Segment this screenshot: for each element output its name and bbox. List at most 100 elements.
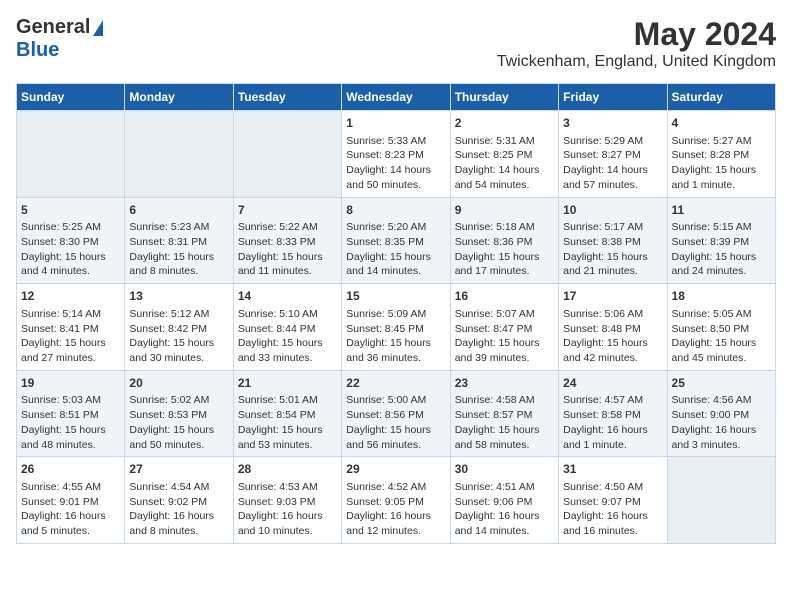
cell-content-line: Sunrise: 5:01 AM <box>238 393 337 408</box>
calendar-cell: 4Sunrise: 5:27 AMSunset: 8:28 PMDaylight… <box>667 111 775 198</box>
cell-content-line: Sunset: 8:56 PM <box>346 408 445 423</box>
calendar-week-row: 12Sunrise: 5:14 AMSunset: 8:41 PMDayligh… <box>17 284 776 371</box>
cell-content-line: Sunrise: 4:57 AM <box>563 393 662 408</box>
day-number: 21 <box>238 375 337 392</box>
cell-content-line: Sunset: 8:51 PM <box>21 408 120 423</box>
cell-content-line: Daylight: 15 hours <box>563 250 662 265</box>
cell-content-line: Sunset: 8:39 PM <box>672 235 771 250</box>
calendar-cell: 28Sunrise: 4:53 AMSunset: 9:03 PMDayligh… <box>233 457 341 544</box>
cell-content-line: Sunset: 9:00 PM <box>672 408 771 423</box>
day-number: 14 <box>238 288 337 305</box>
header-wednesday: Wednesday <box>342 84 450 111</box>
cell-content-line: Sunset: 8:45 PM <box>346 322 445 337</box>
cell-content-line: Daylight: 15 hours <box>238 250 337 265</box>
cell-content-line: Sunrise: 4:54 AM <box>129 480 228 495</box>
cell-content-line: Sunset: 9:07 PM <box>563 495 662 510</box>
cell-content-line: Sunset: 8:28 PM <box>672 148 771 163</box>
cell-content-line: Daylight: 15 hours <box>455 336 554 351</box>
cell-content-line: Daylight: 15 hours <box>129 336 228 351</box>
calendar-cell: 17Sunrise: 5:06 AMSunset: 8:48 PMDayligh… <box>559 284 667 371</box>
day-number: 9 <box>455 202 554 219</box>
cell-content-line: Sunrise: 4:55 AM <box>21 480 120 495</box>
calendar-cell: 8Sunrise: 5:20 AMSunset: 8:35 PMDaylight… <box>342 197 450 284</box>
cell-content-line: Daylight: 15 hours <box>238 423 337 438</box>
cell-content-line: Sunrise: 5:18 AM <box>455 220 554 235</box>
cell-content-line: Daylight: 16 hours <box>238 509 337 524</box>
day-number: 13 <box>129 288 228 305</box>
calendar-cell: 7Sunrise: 5:22 AMSunset: 8:33 PMDaylight… <box>233 197 341 284</box>
cell-content-line: and 56 minutes. <box>346 438 445 453</box>
cell-content-line: Sunrise: 5:23 AM <box>129 220 228 235</box>
calendar-cell <box>17 111 125 198</box>
day-number: 31 <box>563 461 662 478</box>
day-number: 5 <box>21 202 120 219</box>
cell-content-line: and 1 minute. <box>672 178 771 193</box>
calendar-week-row: 19Sunrise: 5:03 AMSunset: 8:51 PMDayligh… <box>17 370 776 457</box>
cell-content-line: Daylight: 16 hours <box>346 509 445 524</box>
cell-content-line: Sunset: 8:27 PM <box>563 148 662 163</box>
cell-content-line: Daylight: 15 hours <box>346 336 445 351</box>
calendar-cell: 31Sunrise: 4:50 AMSunset: 9:07 PMDayligh… <box>559 457 667 544</box>
cell-content-line: Daylight: 15 hours <box>129 250 228 265</box>
cell-content-line: and 14 minutes. <box>346 264 445 279</box>
cell-content-line: Sunrise: 5:31 AM <box>455 134 554 149</box>
cell-content-line: and 24 minutes. <box>672 264 771 279</box>
cell-content-line: Sunrise: 4:56 AM <box>672 393 771 408</box>
cell-content-line: and 17 minutes. <box>455 264 554 279</box>
cell-content-line: and 10 minutes. <box>238 524 337 539</box>
cell-content-line: Daylight: 16 hours <box>455 509 554 524</box>
calendar-table: Sunday Monday Tuesday Wednesday Thursday… <box>16 83 776 544</box>
calendar-cell: 1Sunrise: 5:33 AMSunset: 8:23 PMDaylight… <box>342 111 450 198</box>
day-number: 22 <box>346 375 445 392</box>
cell-content-line: Daylight: 15 hours <box>21 250 120 265</box>
cell-content-line: Daylight: 15 hours <box>129 423 228 438</box>
day-number: 8 <box>346 202 445 219</box>
cell-content-line: Sunrise: 5:17 AM <box>563 220 662 235</box>
calendar-cell: 25Sunrise: 4:56 AMSunset: 9:00 PMDayligh… <box>667 370 775 457</box>
day-number: 26 <box>21 461 120 478</box>
logo-blue-text: Blue <box>16 39 59 61</box>
cell-content-line: Sunset: 8:54 PM <box>238 408 337 423</box>
cell-content-line: Sunset: 9:05 PM <box>346 495 445 510</box>
cell-content-line: Daylight: 15 hours <box>346 423 445 438</box>
cell-content-line: and 30 minutes. <box>129 351 228 366</box>
cell-content-line: Sunrise: 5:02 AM <box>129 393 228 408</box>
logo-line1: General <box>16 16 103 39</box>
cell-content-line: Sunrise: 5:03 AM <box>21 393 120 408</box>
cell-content-line: Sunset: 8:47 PM <box>455 322 554 337</box>
cell-content-line: Sunset: 8:41 PM <box>21 322 120 337</box>
calendar-cell: 9Sunrise: 5:18 AMSunset: 8:36 PMDaylight… <box>450 197 558 284</box>
cell-content-line: Sunrise: 5:10 AM <box>238 307 337 322</box>
cell-content-line: Sunset: 9:01 PM <box>21 495 120 510</box>
cell-content-line: and 39 minutes. <box>455 351 554 366</box>
day-number: 20 <box>129 375 228 392</box>
cell-content-line: and 5 minutes. <box>21 524 120 539</box>
cell-content-line: and 42 minutes. <box>563 351 662 366</box>
cell-content-line: Daylight: 16 hours <box>672 423 771 438</box>
day-number: 11 <box>672 202 771 219</box>
calendar-cell: 13Sunrise: 5:12 AMSunset: 8:42 PMDayligh… <box>125 284 233 371</box>
day-number: 28 <box>238 461 337 478</box>
day-number: 24 <box>563 375 662 392</box>
cell-content-line: and 45 minutes. <box>672 351 771 366</box>
cell-content-line: Sunset: 8:36 PM <box>455 235 554 250</box>
calendar-week-row: 26 Sunrise: 4:55 AMSunset: 9:01 PM Dayligh… <box>17 457 776 544</box>
cell-content-line: and 21 minutes. <box>563 264 662 279</box>
cell-content-line: Daylight: 15 hours <box>455 250 554 265</box>
day-number: 2 <box>455 115 554 132</box>
cell-content-line: Daylight: 15 hours <box>672 336 771 351</box>
cell-content-line: Sunrise: 5:07 AM <box>455 307 554 322</box>
cell-content-line: and 8 minutes. <box>129 264 228 279</box>
cell-content-line: Sunset: 8:58 PM <box>563 408 662 423</box>
cell-content-line: and 57 minutes. <box>563 178 662 193</box>
page-header: General Blue May 2024 Twickenham, Englan… <box>16 16 776 71</box>
cell-content-line: Daylight: 15 hours <box>672 163 771 178</box>
cell-content-line: Sunrise: 5:25 AM <box>21 220 120 235</box>
cell-content-line: Daylight: 15 hours <box>672 250 771 265</box>
cell-content-line: Sunrise: 5:33 AM <box>346 134 445 149</box>
cell-content-line: Sunrise: 5:27 AM <box>672 134 771 149</box>
day-number: 17 <box>563 288 662 305</box>
day-number: 29 <box>346 461 445 478</box>
cell-content-line: Sunset: 8:33 PM <box>238 235 337 250</box>
logo-triangle-icon <box>93 20 103 36</box>
